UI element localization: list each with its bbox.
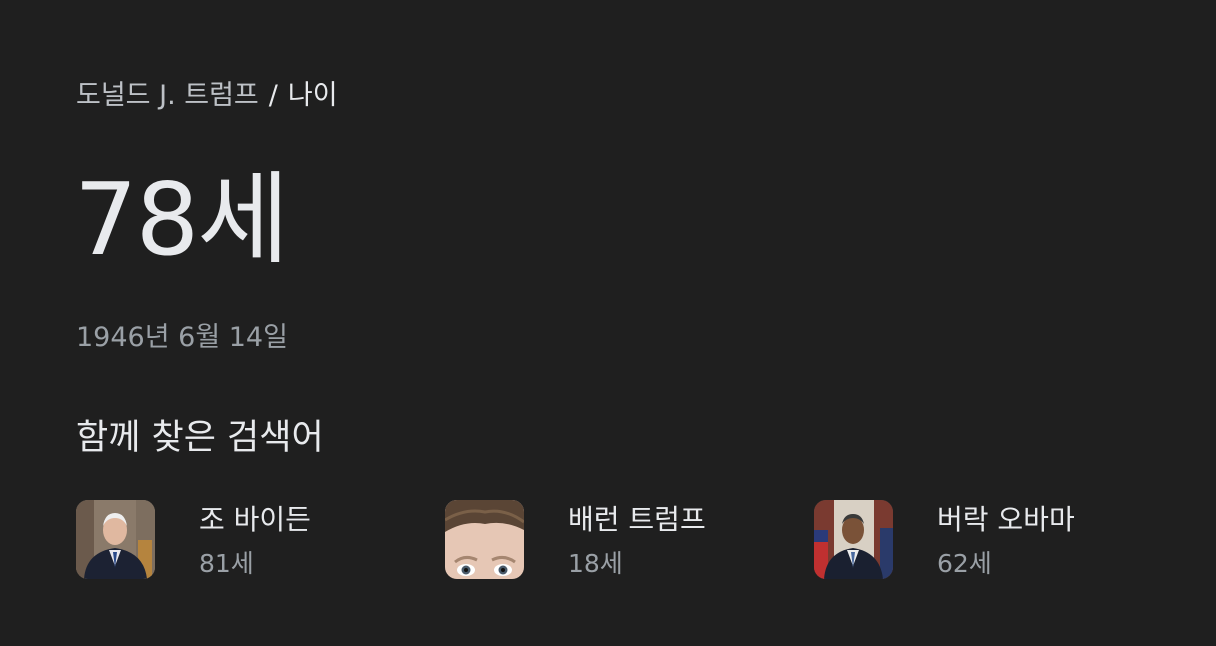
person-face-closeup-icon[interactable] (445, 500, 524, 579)
related-item-joe-biden[interactable]: 조 바이든 81세 (76, 500, 416, 580)
breadcrumb-attribute: 나이 (287, 80, 338, 111)
breadcrumb: 도널드 J. 트럼프 / 나이 (76, 78, 338, 114)
breadcrumb-entity-link[interactable]: 도널드 J. 트럼프 (76, 80, 259, 111)
person-portrait-icon[interactable] (76, 500, 155, 579)
related-item-age: 18세 (568, 549, 623, 578)
related-item-name[interactable]: 버락 오바마 (937, 502, 1075, 538)
related-searches-title: 함께 찾은 검색어 (76, 418, 324, 458)
related-item-barron-trump[interactable]: 배런 트럼프 18세 (445, 500, 785, 580)
birthdate-text: 1946년 6월 14일 (76, 322, 288, 353)
related-item-barack-obama[interactable]: 버락 오바마 62세 (814, 500, 1154, 580)
age-answer: 78세 (74, 161, 289, 278)
related-item-name[interactable]: 조 바이든 (199, 502, 311, 538)
related-item-age: 81세 (199, 549, 254, 578)
related-item-age: 62세 (937, 549, 992, 578)
person-portrait-icon[interactable] (814, 500, 893, 579)
related-searches-list: 조 바이든 81세 배런 트럼프 18세 버락 오바마 62세 (76, 500, 1176, 582)
breadcrumb-separator: / (268, 80, 278, 111)
knowledge-panel: 도널드 J. 트럼프 / 나이 78세 1946년 6월 14일 함께 찾은 검색어 (74, 0, 1176, 646)
related-item-name[interactable]: 배런 트럼프 (568, 502, 706, 538)
